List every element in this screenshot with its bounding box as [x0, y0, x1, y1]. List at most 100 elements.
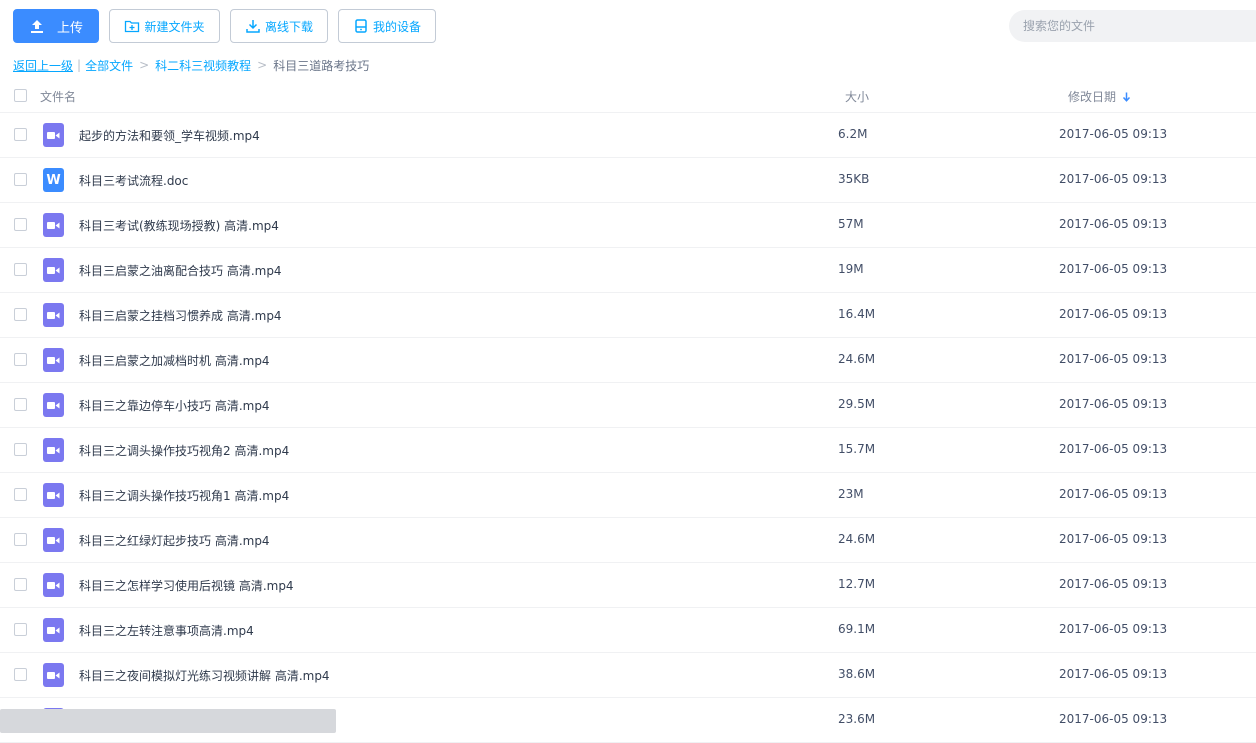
file-row[interactable]: 科目三之调头操作技巧视角1 高清.mp4 23M 2017-06-05 09:13 [0, 473, 1256, 518]
video-file-icon [43, 483, 64, 507]
file-row[interactable]: W 科目三考试流程.doc 35KB 2017-06-05 09:13 [0, 158, 1256, 203]
file-row[interactable]: 科目三之夜间模拟灯光练习视频讲解 高清.mp4 38.6M 2017-06-05 0… [0, 653, 1256, 698]
file-modified-date: 2017-06-05 09:13 [1059, 262, 1168, 276]
word-file-icon: W [43, 168, 64, 192]
row-checkbox[interactable] [14, 443, 27, 456]
column-header-name[interactable]: 文件名 [40, 88, 76, 105]
video-file-icon [43, 348, 64, 372]
offline-download-label: 离线下载 [264, 19, 313, 34]
file-size: 24.6M [838, 352, 876, 366]
file-name[interactable]: 科目三启蒙之油离配合技巧 高清.mp4 [79, 262, 282, 279]
my-devices-label: 我的设备 [372, 19, 421, 34]
file-name[interactable]: 科目三之靠边停车小技巧 高清.mp4 [79, 397, 270, 414]
file-size: 19M [838, 262, 864, 276]
my-devices-button[interactable]: 我的设备 [338, 9, 436, 43]
new-folder-icon [125, 20, 140, 33]
row-checkbox[interactable] [14, 308, 27, 321]
video-file-icon [43, 438, 64, 462]
file-list-header: 文件名 大小 修改日期 [0, 80, 1256, 113]
file-row[interactable]: 起步的方法和要领_学车视频.mp4 6.2M 2017-06-05 09:13 [0, 113, 1256, 158]
file-modified-date: 2017-06-05 09:13 [1059, 352, 1168, 366]
file-size: 57M [838, 217, 864, 231]
file-size: 29.5M [838, 397, 876, 411]
row-checkbox[interactable] [14, 218, 27, 231]
search-placeholder: 搜索您的文件 [1023, 19, 1096, 33]
breadcrumb-all-files[interactable]: 全部文件 [85, 57, 133, 74]
upload-icon [30, 20, 43, 33]
horizontal-scrollbar[interactable] [0, 709, 336, 733]
file-size: 12.7M [838, 577, 876, 591]
breadcrumb-divider: | [77, 58, 82, 72]
column-header-date[interactable]: 修改日期 [1068, 88, 1131, 105]
row-checkbox[interactable] [14, 488, 27, 501]
sort-descending-icon [1122, 92, 1131, 102]
row-checkbox[interactable] [14, 263, 27, 276]
select-all-checkbox[interactable] [14, 89, 27, 102]
breadcrumb-parent-folder[interactable]: 科二科三视频教程 [155, 57, 251, 74]
upload-button[interactable]: 上传 [13, 9, 99, 43]
file-modified-date: 2017-06-05 09:13 [1059, 397, 1168, 411]
toolbar: 上传 新建文件夹 离线下载 我的设备 搜索您的文件 [0, 0, 1256, 52]
row-checkbox[interactable] [14, 623, 27, 636]
file-size: 15.7M [838, 442, 876, 456]
video-file-icon [43, 663, 64, 687]
file-name[interactable]: 科目三启蒙之加减档时机 高清.mp4 [79, 352, 270, 369]
back-link[interactable]: 返回上一级 [13, 57, 73, 74]
file-name[interactable]: 科目三之左转注意事项高清.mp4 [79, 622, 254, 639]
new-folder-button[interactable]: 新建文件夹 [109, 9, 220, 43]
file-modified-date: 2017-06-05 09:13 [1059, 487, 1168, 501]
file-name[interactable]: 科目三考试流程.doc [79, 172, 188, 189]
file-modified-date: 2017-06-05 09:13 [1059, 577, 1168, 591]
row-checkbox[interactable] [14, 668, 27, 681]
file-row[interactable]: 科目三考试(教练现场授教) 高清.mp4 57M 2017-06-05 09:13 [0, 203, 1256, 248]
video-file-icon [43, 123, 64, 147]
video-file-icon [43, 528, 64, 552]
file-row[interactable]: 科目三之左转注意事项高清.mp4 69.1M 2017-06-05 09:13 [0, 608, 1256, 653]
file-name[interactable]: 起步的方法和要领_学车视频.mp4 [79, 127, 260, 144]
file-name[interactable]: 科目三之调头操作技巧视角2 高清.mp4 [79, 442, 289, 459]
row-checkbox[interactable] [14, 578, 27, 591]
row-checkbox[interactable] [14, 353, 27, 366]
offline-download-button[interactable]: 离线下载 [230, 9, 328, 43]
file-row[interactable]: 科目三之红绿灯起步技巧 高清.mp4 24.6M 2017-06-05 09:13 [0, 518, 1256, 563]
file-name[interactable]: 科目三之调头操作技巧视角1 高清.mp4 [79, 487, 289, 504]
file-modified-date: 2017-06-05 09:13 [1059, 622, 1168, 636]
file-name[interactable]: 科目三之夜间模拟灯光练习视频讲解 高清.mp4 [79, 667, 330, 684]
file-name[interactable]: 科目三之红绿灯起步技巧 高清.mp4 [79, 532, 270, 549]
file-size: 24.6M [838, 532, 876, 546]
row-checkbox[interactable] [14, 398, 27, 411]
file-row[interactable]: 科目三启蒙之挂档习惯养成 高清.mp4 16.4M 2017-06-05 09:13 [0, 293, 1256, 338]
row-checkbox[interactable] [14, 128, 27, 141]
file-row[interactable]: 科目三之靠边停车小技巧 高清.mp4 29.5M 2017-06-05 09:13 [0, 383, 1256, 428]
column-header-size[interactable]: 大小 [845, 88, 869, 105]
file-size: 69.1M [838, 622, 876, 636]
file-name[interactable]: 科目三启蒙之挂档习惯养成 高清.mp4 [79, 307, 282, 324]
file-size: 23.6M [838, 712, 876, 726]
file-row[interactable]: 科目三之怎样学习使用后视镜 高清.mp4 12.7M 2017-06-05 09:1… [0, 563, 1256, 608]
file-name[interactable]: 科目三之怎样学习使用后视镜 高清.mp4 [79, 577, 294, 594]
file-list: 起步的方法和要领_学车视频.mp4 6.2M 2017-06-05 09:13 W 科目… [0, 113, 1256, 743]
breadcrumb: 返回上一级 | 全部文件 > 科二科三视频教程 > 科目三道路考技巧 [13, 56, 369, 74]
file-modified-date: 2017-06-05 09:13 [1059, 172, 1168, 186]
breadcrumb-separator: > [139, 58, 150, 72]
file-modified-date: 2017-06-05 09:13 [1059, 307, 1168, 321]
device-icon [355, 19, 367, 33]
video-file-icon [43, 303, 64, 327]
video-file-icon [43, 573, 64, 597]
row-checkbox[interactable] [14, 173, 27, 186]
file-modified-date: 2017-06-05 09:13 [1059, 712, 1168, 726]
file-size: 6.2M [838, 127, 868, 141]
file-row[interactable]: 科目三启蒙之油离配合技巧 高清.mp4 19M 2017-06-05 09:13 [0, 248, 1256, 293]
file-modified-date: 2017-06-05 09:13 [1059, 532, 1168, 546]
column-header-date-label: 修改日期 [1068, 90, 1117, 104]
file-name[interactable]: 科目三考试(教练现场授教) 高清.mp4 [79, 217, 279, 234]
video-file-icon [43, 393, 64, 417]
file-modified-date: 2017-06-05 09:13 [1059, 217, 1168, 231]
file-size: 35KB [838, 172, 870, 186]
search-input[interactable]: 搜索您的文件 [1009, 10, 1256, 42]
file-row[interactable]: 科目三之调头操作技巧视角2 高清.mp4 15.7M 2017-06-05 09:1… [0, 428, 1256, 473]
file-row[interactable]: 科目三启蒙之加减档时机 高清.mp4 24.6M 2017-06-05 09:13 [0, 338, 1256, 383]
row-checkbox[interactable] [14, 533, 27, 546]
video-file-icon [43, 213, 64, 237]
file-size: 16.4M [838, 307, 876, 321]
